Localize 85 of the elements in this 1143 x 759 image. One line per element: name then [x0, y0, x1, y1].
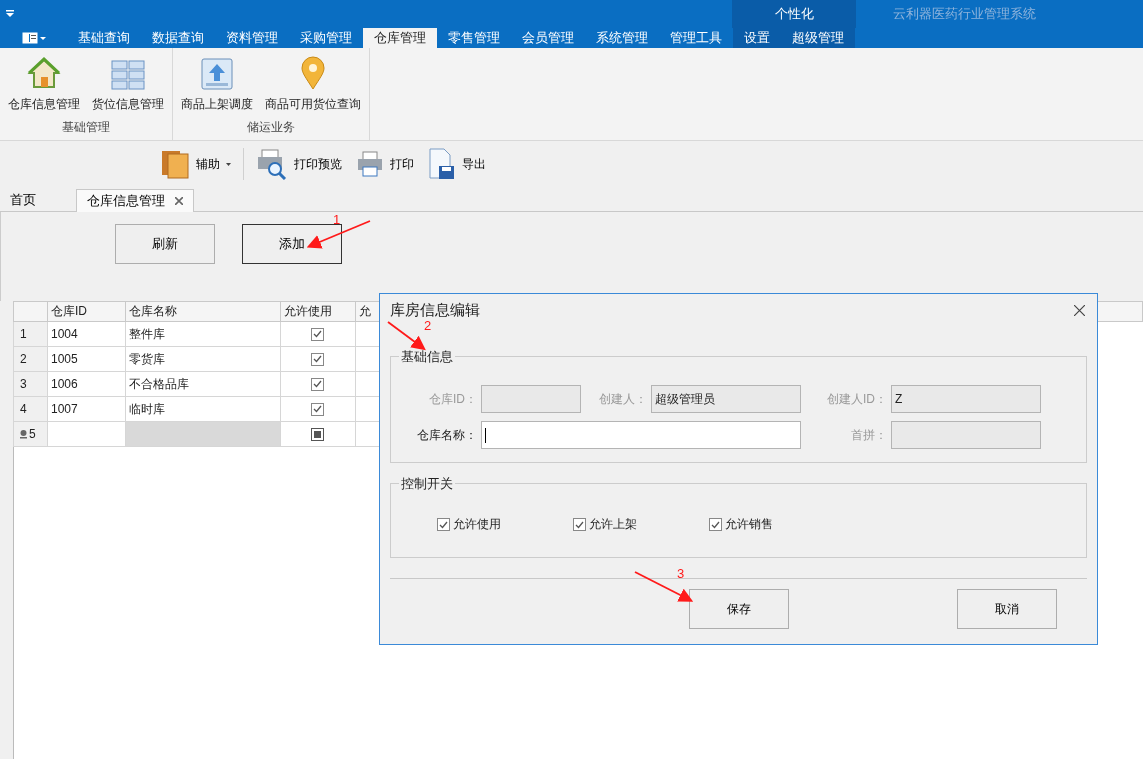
table-cell: 1005 [51, 352, 78, 366]
grid-icon [111, 60, 145, 90]
field-label: 创建人ID： [826, 390, 888, 408]
house-icon [27, 56, 61, 90]
checkbox[interactable] [437, 518, 450, 531]
printer-icon [356, 150, 384, 178]
indeterminate-icon [314, 431, 322, 438]
checkbox-label[interactable]: 允许使用 [453, 516, 501, 533]
checkbox-label[interactable]: 允许上架 [589, 516, 637, 533]
close-icon[interactable] [175, 197, 183, 205]
ribbon-tab[interactable]: 零售管理 [437, 28, 511, 48]
ribbon-tab[interactable]: 超级管理 [781, 28, 855, 48]
check-icon [313, 330, 323, 338]
toolbar-button[interactable]: 打印 [354, 150, 416, 178]
document-tab[interactable]: 首页 [0, 189, 46, 211]
action-button[interactable]: 添加 [242, 224, 342, 264]
app-menu-icon[interactable] [21, 32, 46, 44]
check-icon [575, 520, 584, 529]
ribbon-tab[interactable]: 会员管理 [511, 28, 585, 48]
toolbar-button[interactable]: 打印预览 [254, 148, 344, 180]
ribbon-tab[interactable]: 设置 [733, 28, 781, 48]
app-title: 云利器医药行业管理系统 [893, 5, 1036, 23]
field-label: 仓库名称： [416, 426, 478, 444]
table-cell: 临时库 [125, 396, 281, 422]
ribbon-button[interactable]: 仓库信息管理 [4, 48, 84, 119]
checkbox-label[interactable]: 允许销售 [725, 516, 773, 533]
checkbox[interactable] [573, 518, 586, 531]
row-number: 2 [20, 352, 27, 366]
ribbon-tab[interactable]: 系统管理 [585, 28, 659, 48]
field-label: 首拼： [850, 426, 888, 444]
print-preview-icon [256, 148, 288, 180]
upload-icon [201, 58, 233, 90]
quick-access-icon[interactable] [6, 10, 14, 18]
group-title: 控制开关 [399, 475, 455, 493]
column-header[interactable]: 允 [358, 304, 371, 318]
checkbox[interactable] [311, 352, 325, 366]
group-title: 储运业务 [246, 119, 296, 136]
checkbox[interactable] [709, 518, 722, 531]
field-label: 仓库ID： [428, 390, 478, 408]
ribbon-tab[interactable]: 管理工具 [659, 28, 733, 48]
ribbon-tab[interactable]: 基础查询 [67, 28, 141, 48]
row-number: 4 [20, 402, 27, 416]
close-icon[interactable] [1074, 304, 1085, 316]
dialog-button[interactable]: 保存 [689, 589, 789, 629]
dialog-button[interactable]: 取消 [957, 589, 1057, 629]
document-tab[interactable]: 仓库信息管理 [76, 189, 194, 212]
ribbon-tab[interactable]: 采购管理 [289, 28, 363, 48]
checkbox[interactable] [311, 377, 325, 391]
table-cell: 1007 [51, 402, 78, 416]
check-icon [439, 520, 448, 529]
map-pin-icon [300, 56, 326, 90]
action-button[interactable]: 刷新 [115, 224, 215, 264]
caret-icon [226, 162, 231, 166]
checkbox[interactable] [311, 327, 325, 341]
row-number: 3 [20, 377, 27, 391]
ribbon-tab[interactable]: 仓库管理 [363, 28, 437, 48]
save-document-icon [428, 148, 456, 180]
checkbox[interactable] [311, 428, 325, 441]
table-cell: 整件库 [125, 321, 281, 347]
ribbon-button[interactable]: 商品上架调度 [177, 48, 257, 119]
ribbon-button[interactable]: 货位信息管理 [88, 48, 168, 119]
toolbar-button[interactable]: 导出 [426, 148, 488, 180]
check-icon [313, 380, 323, 388]
row-number: 5 [29, 427, 36, 441]
table-cell: 不合格品库 [125, 371, 281, 397]
table-cell: 零货库 [125, 346, 281, 372]
ribbon-tab[interactable]: 数据查询 [141, 28, 215, 48]
ribbon-tab[interactable]: 资料管理 [215, 28, 289, 48]
checkbox[interactable] [311, 402, 325, 416]
field-label: 创建人： [598, 390, 648, 408]
books-icon [160, 149, 190, 179]
group-title: 基础管理 [61, 119, 111, 136]
context-group-label: 个性化 [732, 0, 856, 28]
check-icon [711, 520, 720, 529]
toolbar-button[interactable]: 辅助 [158, 149, 233, 179]
check-icon [313, 405, 323, 413]
group-title: 基础信息 [399, 348, 455, 366]
table-cell: 1006 [51, 377, 78, 391]
check-icon [313, 355, 323, 363]
table-cell: 1004 [51, 327, 78, 341]
input-field[interactable] [481, 421, 801, 449]
ribbon-button[interactable]: 商品可用货位查询 [261, 48, 365, 119]
row-number: 1 [20, 327, 27, 341]
dialog-title: 库房信息编辑 [390, 300, 480, 320]
new-row-icon [20, 429, 27, 439]
